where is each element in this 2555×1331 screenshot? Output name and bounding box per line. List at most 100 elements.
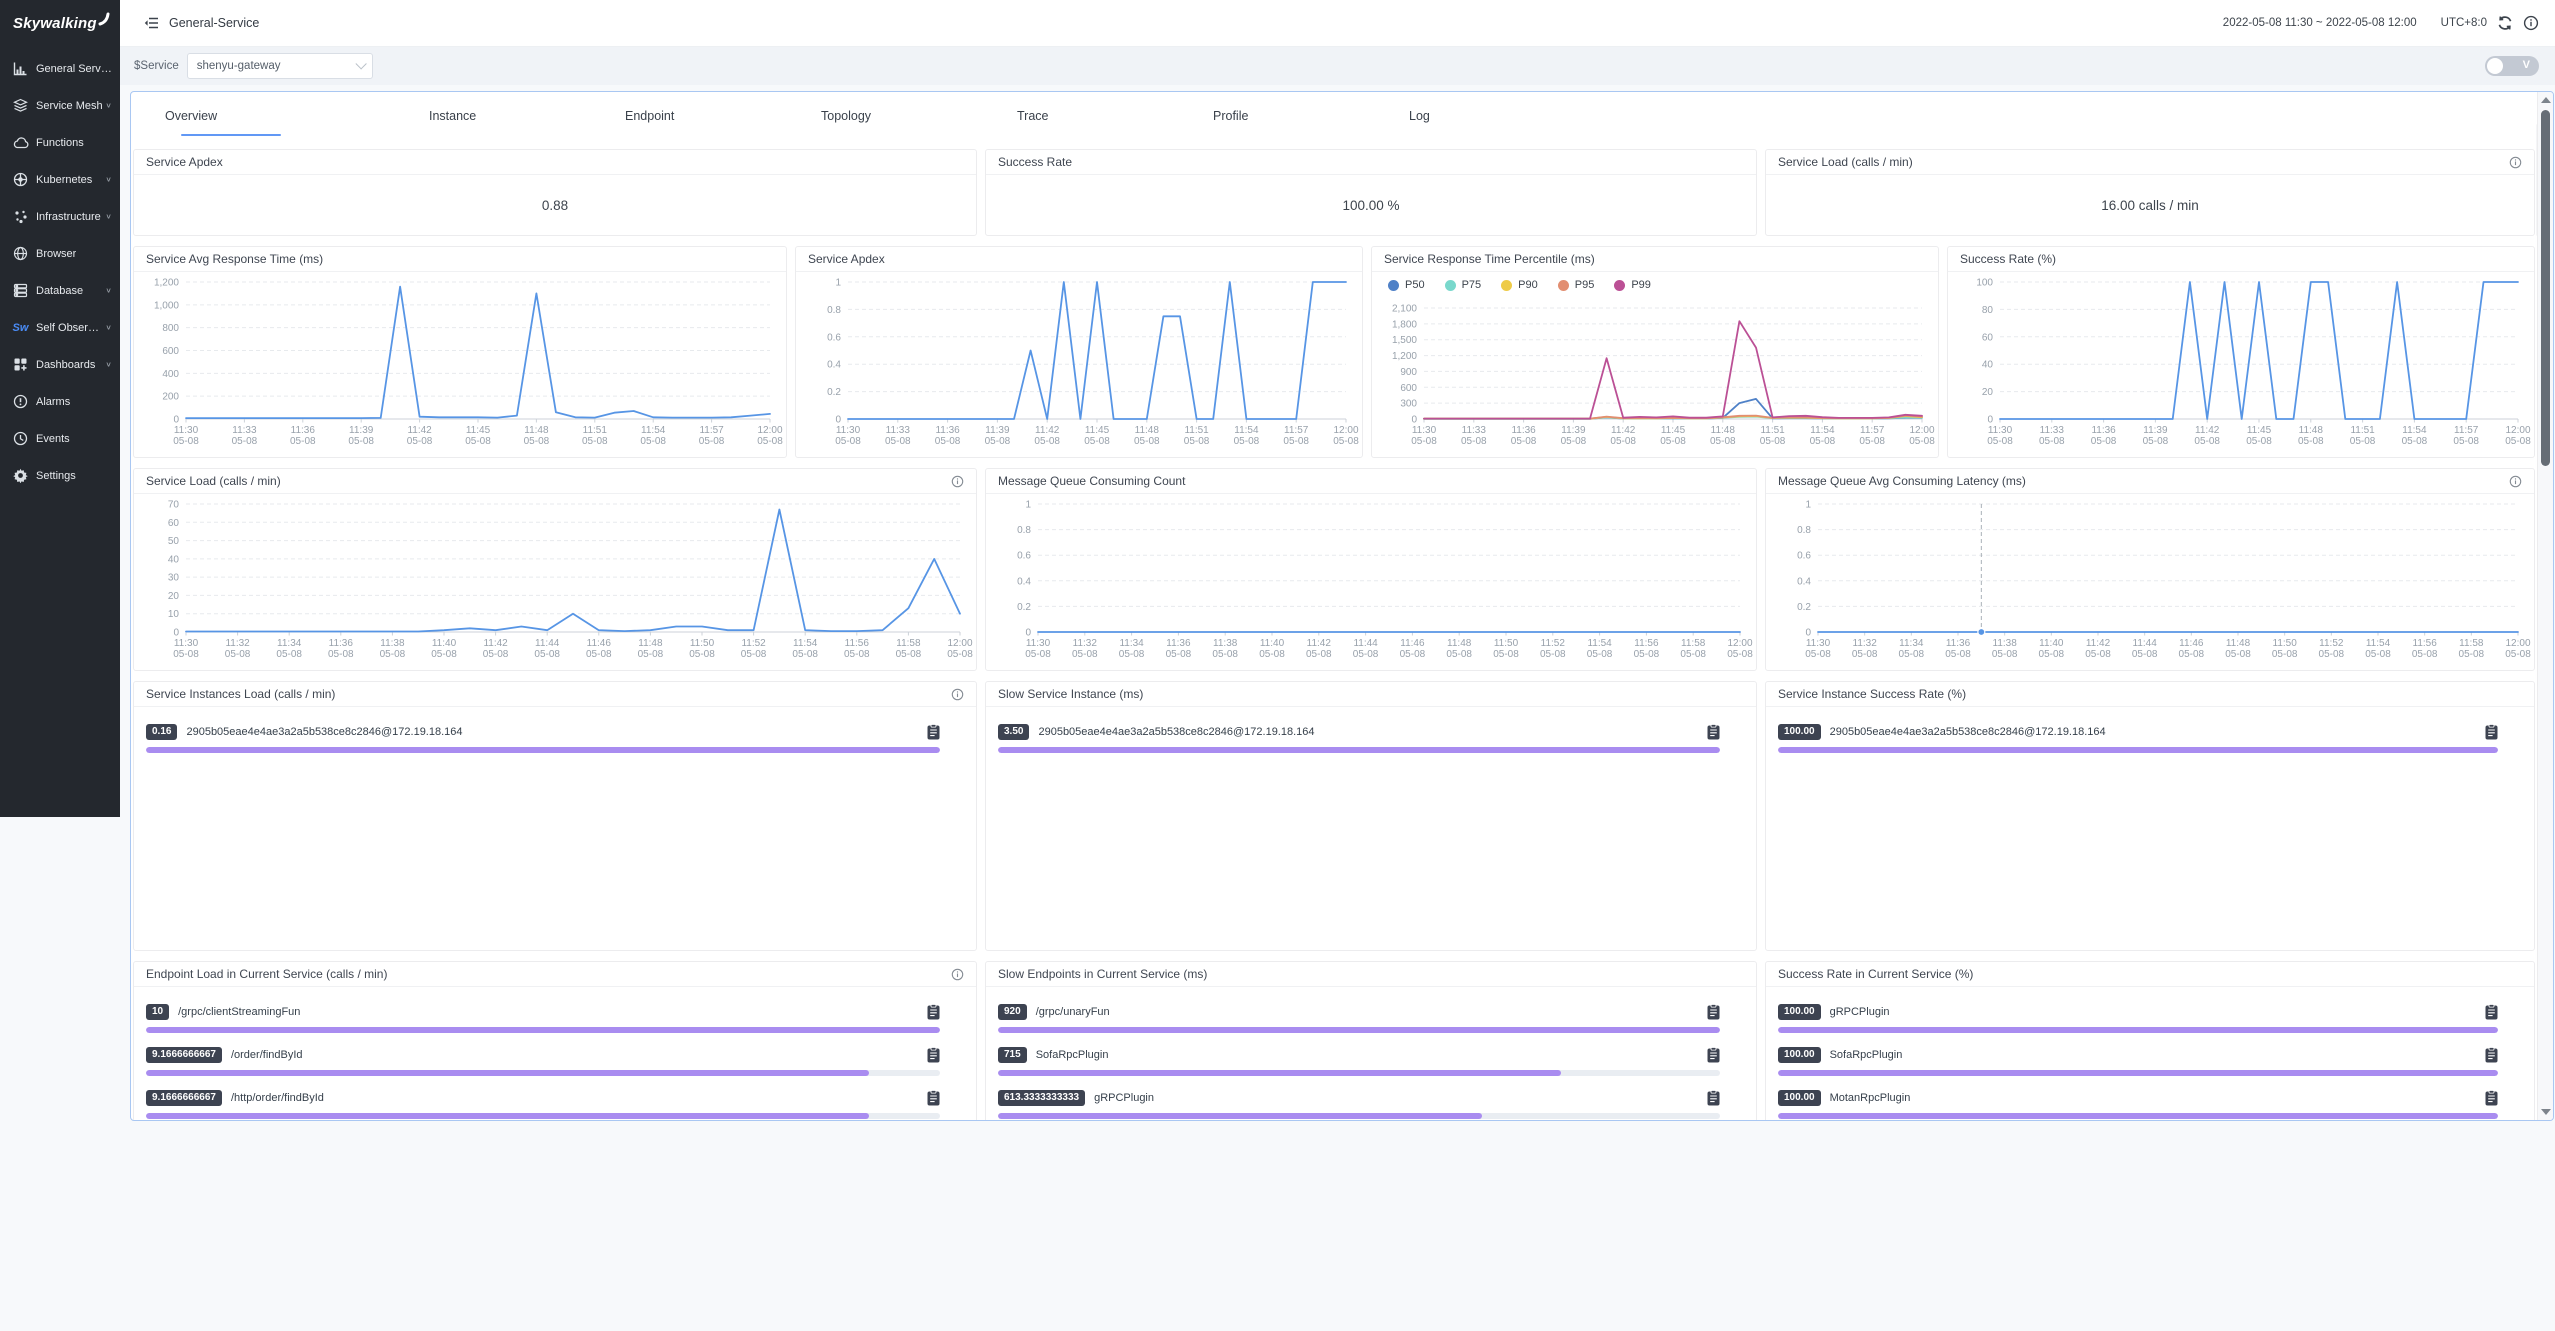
copy-icon[interactable] bbox=[927, 1047, 940, 1063]
svg-text:11:5405-08: 11:5405-08 bbox=[640, 425, 666, 447]
chevron-down-icon bbox=[355, 58, 366, 69]
svg-text:11:5005-08: 11:5005-08 bbox=[689, 638, 715, 660]
svg-text:11:4505-08: 11:4505-08 bbox=[1084, 425, 1110, 447]
legend-item[interactable]: P90 bbox=[1501, 279, 1538, 291]
info-icon[interactable] bbox=[951, 475, 964, 488]
copy-icon[interactable] bbox=[1707, 724, 1720, 740]
value-badge: 613.3333333333 bbox=[998, 1090, 1085, 1106]
svg-text:11:3805-08: 11:3805-08 bbox=[380, 638, 406, 660]
copy-icon[interactable] bbox=[927, 1004, 940, 1020]
sidebar-item-events[interactable]: Events bbox=[0, 420, 120, 457]
svg-text:30: 30 bbox=[168, 573, 180, 584]
item-label: MotanRpcPlugin bbox=[1830, 1092, 1911, 1104]
copy-icon[interactable] bbox=[1707, 1047, 1720, 1063]
sidebar-item-label: Service Mesh bbox=[36, 100, 103, 112]
copy-icon[interactable] bbox=[2485, 1004, 2498, 1020]
list-body: 100.00gRPCPlugin100.00SofaRpcPlugin100.0… bbox=[1766, 987, 2534, 1121]
chart-plot-service-avg-response-time: 02004006008001,0001,20011:3005-0811:3305… bbox=[134, 272, 786, 457]
card-title: Service Apdex bbox=[134, 150, 976, 175]
list-item: 10/grpc/clientStreamingFun bbox=[146, 1001, 940, 1033]
info-icon[interactable] bbox=[2509, 475, 2522, 488]
scrollbar-thumb[interactable] bbox=[2541, 110, 2550, 466]
copy-icon[interactable] bbox=[2485, 1047, 2498, 1063]
tab-trace[interactable]: Trace bbox=[1017, 92, 1213, 139]
sidebar-item-label: Events bbox=[36, 433, 70, 445]
svg-text:11:5705-08: 11:5705-08 bbox=[1283, 425, 1309, 447]
card-title-text: Service Avg Response Time (ms) bbox=[146, 252, 323, 266]
svg-text:11:3305-08: 11:3305-08 bbox=[885, 425, 911, 447]
time-range-picker[interactable]: 2022-05-08 11:30 ~ 2022-05-08 12:00 bbox=[2223, 17, 2417, 29]
tab-profile[interactable]: Profile bbox=[1213, 92, 1409, 139]
sidebar-item-kubernetes[interactable]: Kubernetes∨ bbox=[0, 161, 120, 198]
svg-text:11:4205-08: 11:4205-08 bbox=[2194, 425, 2220, 447]
chart-plot-service-response-time-percentile: 03006009001,2001,5001,8002,10011:3005-08… bbox=[1372, 298, 1938, 457]
tab-log[interactable]: Log bbox=[1409, 92, 1605, 139]
legend-item[interactable]: P75 bbox=[1445, 279, 1482, 291]
copy-icon[interactable] bbox=[1707, 1090, 1720, 1106]
svg-text:12:0005-08: 12:0005-08 bbox=[1333, 425, 1359, 447]
list-body: 10/grpc/clientStreamingFun9.1666666667/o… bbox=[134, 987, 976, 1121]
sidebar-item-alarms[interactable]: Alarms bbox=[0, 383, 120, 420]
svg-text:0: 0 bbox=[1025, 628, 1031, 639]
info-icon[interactable] bbox=[2509, 156, 2522, 169]
list-card: Slow Service Instance (ms)3.502905b05eae… bbox=[985, 681, 1757, 951]
info-icon[interactable] bbox=[951, 968, 964, 981]
service-variable-label: $Service bbox=[134, 60, 179, 72]
legend-item[interactable]: P95 bbox=[1558, 279, 1595, 291]
svg-text:0.6: 0.6 bbox=[827, 332, 841, 343]
card-title: Endpoint Load in Current Service (calls … bbox=[134, 962, 976, 987]
copy-icon[interactable] bbox=[2485, 724, 2498, 740]
svg-text:11:4805-08: 11:4805-08 bbox=[1446, 638, 1472, 660]
copy-icon[interactable] bbox=[927, 1090, 940, 1106]
sidebar-item-label: Alarms bbox=[36, 396, 70, 408]
sw-icon: Sw bbox=[12, 320, 29, 336]
svg-text:11:3005-08: 11:3005-08 bbox=[173, 638, 199, 660]
sidebar-item-infrastructure[interactable]: Infrastructure∨ bbox=[0, 198, 120, 235]
card-title: Message Queue Avg Consuming Latency (ms) bbox=[1766, 469, 2534, 494]
scroll-up-arrow-icon[interactable] bbox=[2541, 97, 2551, 103]
item-label: gRPCPlugin bbox=[1094, 1092, 1154, 1104]
card-title: Slow Service Instance (ms) bbox=[986, 682, 1756, 707]
progress-bar bbox=[998, 1070, 1720, 1076]
service-select[interactable]: shenyu-gateway bbox=[187, 53, 373, 79]
sidebar-item-settings[interactable]: Settings bbox=[0, 457, 120, 494]
view-toggle-switch[interactable]: V bbox=[2485, 56, 2539, 76]
legend-dot bbox=[1558, 280, 1569, 291]
legend-item[interactable]: P99 bbox=[1614, 279, 1651, 291]
tab-instance[interactable]: Instance bbox=[429, 92, 625, 139]
legend-item[interactable]: P50 bbox=[1388, 279, 1425, 291]
svg-text:11:5805-08: 11:5805-08 bbox=[1680, 638, 1706, 660]
sidebar-item-self-observability[interactable]: SwSelf Observability∨ bbox=[0, 309, 120, 346]
svg-text:11:3305-08: 11:3305-08 bbox=[2039, 425, 2065, 447]
card-title-text: Slow Endpoints in Current Service (ms) bbox=[998, 967, 1207, 981]
sidebar-item-service-mesh[interactable]: Service Mesh∨ bbox=[0, 87, 120, 124]
info-icon[interactable] bbox=[2523, 15, 2539, 31]
scroll-down-arrow-icon[interactable] bbox=[2541, 1109, 2551, 1115]
tab-topology[interactable]: Topology bbox=[821, 92, 1017, 139]
svg-text:11:4005-08: 11:4005-08 bbox=[2039, 638, 2065, 660]
sidebar-item-browser[interactable]: Browser bbox=[0, 235, 120, 272]
alert-icon bbox=[12, 394, 29, 410]
tab-overview[interactable]: Overview bbox=[165, 92, 429, 139]
wheel-icon bbox=[12, 172, 29, 188]
chart-plot-service-load-line: 01020304050607011:3005-0811:3205-0811:34… bbox=[134, 494, 976, 670]
svg-text:60: 60 bbox=[1982, 332, 1994, 343]
refresh-icon[interactable] bbox=[2497, 15, 2513, 31]
svg-text:11:3805-08: 11:3805-08 bbox=[1212, 638, 1238, 660]
copy-icon[interactable] bbox=[2485, 1090, 2498, 1106]
svg-text:11:4805-08: 11:4805-08 bbox=[524, 425, 550, 447]
sidebar-item-functions[interactable]: Functions bbox=[0, 124, 120, 161]
copy-icon[interactable] bbox=[1707, 1004, 1720, 1020]
sidebar-item-database[interactable]: Database∨ bbox=[0, 272, 120, 309]
sidebar-item-general-service[interactable]: General Service bbox=[0, 50, 120, 87]
copy-icon[interactable] bbox=[927, 724, 940, 740]
card-title-text: Service Load (calls / min) bbox=[1778, 155, 1913, 169]
dashboard-scrollbar[interactable] bbox=[2537, 92, 2553, 1120]
info-icon[interactable] bbox=[951, 688, 964, 701]
sidebar-item-dashboards[interactable]: Dashboards∨ bbox=[0, 346, 120, 383]
svg-text:0.2: 0.2 bbox=[1017, 602, 1031, 613]
tab-endpoint[interactable]: Endpoint bbox=[625, 92, 821, 139]
sidebar-collapse-icon[interactable] bbox=[144, 16, 159, 30]
svg-text:0.8: 0.8 bbox=[1797, 525, 1811, 536]
clock-icon bbox=[12, 431, 29, 447]
